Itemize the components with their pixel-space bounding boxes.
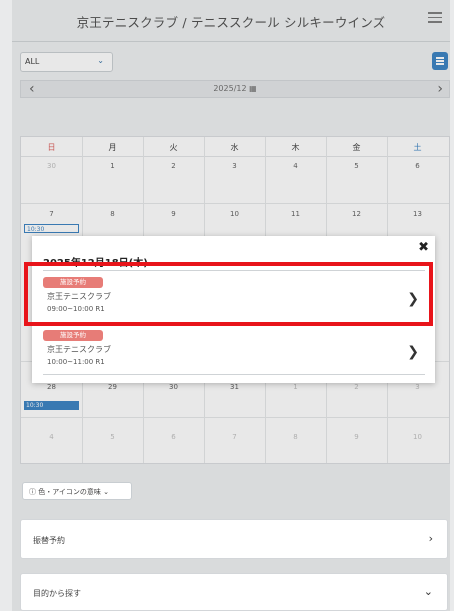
chevron-right-icon: › [428, 532, 433, 545]
club-name: 京王テニスクラブ [47, 345, 111, 354]
close-icon[interactable]: ✖ [418, 240, 429, 255]
transfer-reservation-panel[interactable]: 振替予約 › [20, 519, 448, 559]
legend-toggle-button[interactable]: ⓘ 色・アイコンの意味 ⌄ [22, 482, 132, 500]
search-by-purpose-panel[interactable]: 目的から探す ⌄ [20, 573, 448, 611]
panel-label: 目的から探す [33, 589, 81, 598]
reservation-item[interactable]: 施設予約 京王テニスクラブ 10:00~11:00 R1 ❯ [43, 330, 425, 370]
chevron-down-icon: ⌄ [103, 488, 109, 496]
time-slot: 10:00~11:00 R1 [47, 358, 105, 366]
chevron-right-icon: ❯ [407, 344, 419, 360]
help-icon: ⓘ [29, 488, 36, 496]
highlight-frame [24, 262, 433, 326]
facility-reservation-badge: 施設予約 [43, 330, 103, 341]
legend-label: 色・アイコンの意味 [38, 488, 101, 496]
panel-label: 振替予約 [33, 536, 65, 545]
chevron-down-icon: ⌄ [423, 585, 433, 598]
divider [43, 374, 425, 375]
